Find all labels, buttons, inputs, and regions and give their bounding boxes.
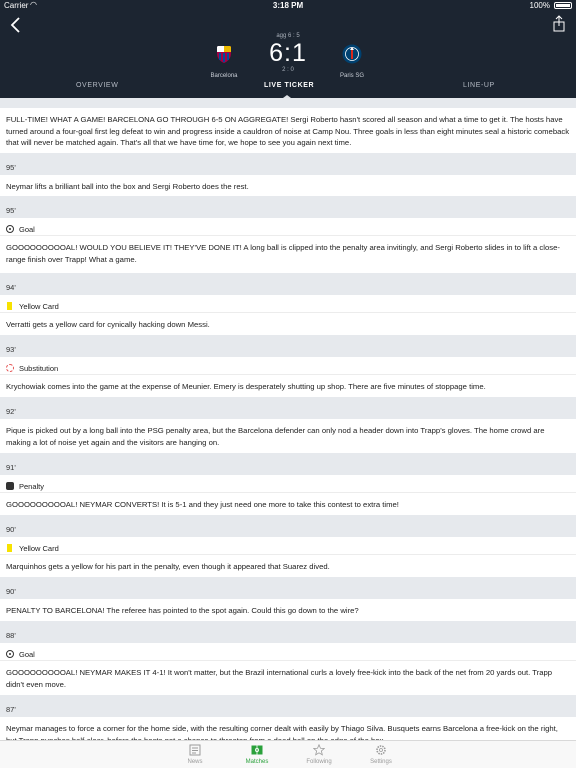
event-goal: Goal	[0, 218, 576, 236]
news-icon	[189, 744, 201, 756]
entry-minute: 90'	[0, 577, 576, 599]
event-label: Yellow Card	[19, 301, 59, 311]
match-score: 6:1	[269, 39, 307, 67]
tabbar-news[interactable]: News	[175, 744, 215, 765]
event-goal: Goal	[0, 643, 576, 661]
entry-text: Verratti gets a yellow card for cynicall…	[0, 313, 576, 335]
home-team-name: Barcelona	[210, 73, 238, 79]
away-team[interactable]: Paris SG	[322, 44, 382, 79]
entry-text: GOOOOOOOOOAL! NEYMAR CONVERTS! It is 5-1…	[0, 493, 576, 515]
entry-minute: 95'	[0, 153, 576, 175]
entry-text: Krychowiak comes into the game at the ex…	[0, 375, 576, 397]
entry-minute: 87'	[0, 695, 576, 717]
entry-text: PENALTY TO BARCELONA! The referee has po…	[0, 599, 576, 621]
entry-minute: 92'	[0, 397, 576, 419]
yellow-card-icon	[7, 544, 12, 552]
event-label: Yellow Card	[19, 543, 59, 553]
match-header: Carrier ◠ 3:18 PM 100% agg 6 : 5 6:1 2 :…	[0, 0, 576, 98]
entry-minute: 91'	[0, 453, 576, 475]
back-button[interactable]	[8, 16, 24, 34]
tab-live-ticker[interactable]: LIVE TICKER	[264, 82, 314, 89]
entry-minute: 88'	[0, 621, 576, 643]
event-label: Goal	[19, 649, 35, 659]
entry-text: Pique is picked out by a long ball into …	[0, 419, 576, 453]
entry-text: GOOOOOOOOOAL! NEYMAR MAKES IT 4-1! It wo…	[0, 661, 576, 695]
entry-text: GOOOOOOOOOAL! WOULD YOU BELIEVE IT! THEY…	[0, 236, 576, 273]
event-substitution: Substitution	[0, 357, 576, 375]
soccer-ball-icon	[6, 650, 14, 658]
psg-crest-icon	[342, 44, 362, 64]
entry-minute: 95'	[0, 196, 576, 218]
away-team-name: Paris SG	[339, 73, 364, 79]
battery-percent: 100%	[529, 1, 550, 10]
share-button[interactable]	[551, 15, 567, 33]
entry-minute: 93'	[0, 335, 576, 357]
entry-text: Neymar lifts a brilliant ball into the b…	[0, 175, 576, 196]
penalty-icon	[6, 482, 14, 490]
event-label: Goal	[19, 224, 35, 234]
event-penalty: Penalty	[0, 475, 576, 493]
home-team[interactable]: Barcelona	[194, 44, 254, 79]
tabbar-label: Following	[306, 759, 332, 765]
substitution-icon	[6, 364, 14, 372]
tabbar-label: Matches	[245, 759, 269, 765]
entry-text: Neymar manages to force a corner for the…	[0, 717, 576, 740]
tab-overview[interactable]: OVERVIEW	[76, 82, 118, 89]
gear-icon	[376, 745, 386, 755]
event-yellow-card: Yellow Card	[0, 295, 576, 313]
soccer-ball-icon	[6, 225, 14, 233]
event-yellow-card: Yellow Card	[0, 537, 576, 555]
tabbar-label: Settings	[370, 759, 392, 765]
clock: 3:18 PM	[272, 1, 304, 10]
entry-text: Marquinhos gets a yellow for his part in…	[0, 555, 576, 577]
tabbar-matches[interactable]: Matches	[237, 744, 277, 765]
event-label: Substitution	[19, 363, 59, 373]
feed-top-spacer	[0, 98, 576, 108]
chevron-left-icon	[10, 17, 20, 33]
tab-line-up[interactable]: LINE-UP	[463, 82, 495, 89]
entry-minute: 90'	[0, 515, 576, 537]
event-label: Penalty	[19, 481, 45, 491]
tabbar-following[interactable]: Following	[299, 744, 339, 765]
battery-icon	[554, 2, 572, 9]
live-ticker-feed[interactable]: FULL-TIME! WHAT A GAME! BARCELONA GO THR…	[0, 98, 576, 740]
ticker-intro: FULL-TIME! WHAT A GAME! BARCELONA GO THR…	[0, 108, 576, 153]
star-icon	[313, 744, 325, 756]
matches-icon	[251, 745, 263, 755]
entry-minute: 94'	[0, 273, 576, 295]
status-bar: Carrier ◠ 3:18 PM 100%	[0, 0, 576, 12]
yellow-card-icon	[7, 302, 12, 310]
halftime-score: 2 : 0	[282, 67, 294, 73]
barcelona-crest-icon	[217, 46, 231, 63]
bottom-tab-bar: News Matches Following Settings	[0, 740, 576, 768]
share-icon	[553, 15, 565, 32]
tabbar-label: News	[187, 759, 203, 765]
tabbar-settings[interactable]: Settings	[361, 744, 401, 765]
